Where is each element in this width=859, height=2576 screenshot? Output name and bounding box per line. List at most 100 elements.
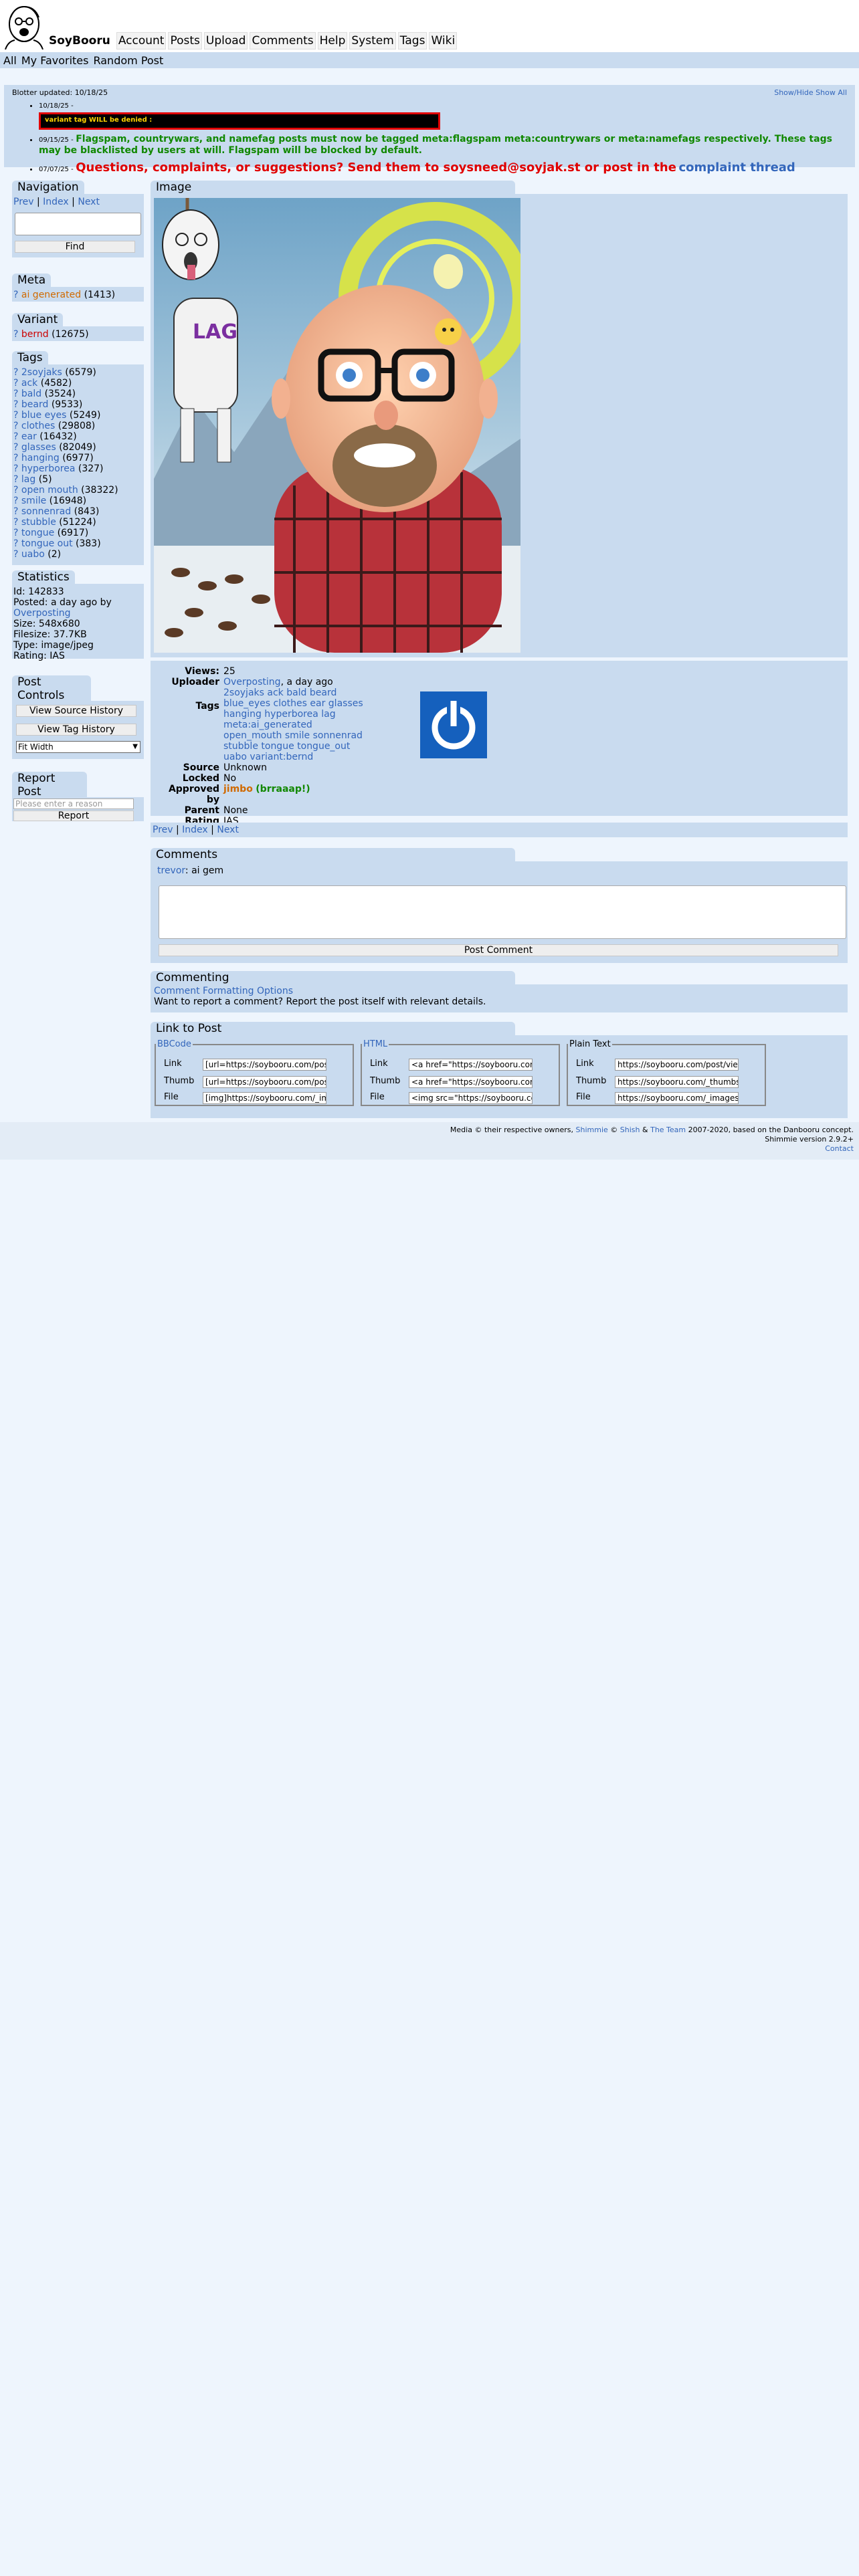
search-input[interactable] bbox=[15, 213, 141, 235]
menu-upload[interactable]: Upload bbox=[203, 32, 248, 49]
menu-help[interactable]: Help bbox=[317, 32, 348, 49]
variant-tag-link[interactable]: bernd bbox=[21, 329, 49, 340]
report-post-heading: Report Post bbox=[12, 772, 87, 798]
complaint-thread-link[interactable]: complaint thread bbox=[678, 160, 795, 175]
post-next-link[interactable]: Next bbox=[217, 825, 239, 835]
post-prev-link[interactable]: Prev bbox=[153, 825, 173, 835]
post-comment-button[interactable]: Post Comment bbox=[159, 944, 838, 956]
blotter-toggle[interactable]: Show/Hide Show All bbox=[774, 88, 847, 97]
stat-poster-link[interactable]: Overposting bbox=[13, 608, 71, 619]
post-image[interactable]: LAG bbox=[154, 198, 520, 653]
tag-help-link[interactable]: ? bbox=[13, 463, 18, 474]
tag-link[interactable]: smile bbox=[21, 496, 46, 506]
footer-amp: & bbox=[642, 1125, 648, 1134]
comment-formatting-link[interactable]: Comment Formatting Options bbox=[154, 986, 293, 996]
tag-help-link[interactable]: ? bbox=[13, 378, 18, 389]
tag-help-link[interactable]: ? bbox=[13, 367, 18, 378]
nav-next-link[interactable]: Next bbox=[78, 197, 100, 207]
report-button[interactable]: Report bbox=[13, 811, 134, 821]
menu-account[interactable]: Account bbox=[116, 32, 167, 49]
menu-wiki[interactable]: Wiki bbox=[429, 32, 458, 49]
tag-list-item: ? stubble (51224) bbox=[13, 517, 142, 528]
tag-help-link[interactable]: ? bbox=[13, 496, 18, 506]
variant-box: ? bernd (12675) bbox=[12, 326, 144, 341]
tag-link[interactable]: glasses bbox=[21, 442, 56, 453]
plaintext-thumb-field[interactable]: https://soybooru.com/_thumbs/ bbox=[615, 1076, 739, 1088]
find-button[interactable]: Find bbox=[15, 241, 135, 253]
html-link-field[interactable]: <a href="https://soybooru.com/post/view/… bbox=[409, 1059, 533, 1071]
uploader-link[interactable]: Overposting bbox=[223, 677, 281, 687]
tag-link[interactable]: tongue out bbox=[21, 538, 73, 549]
report-reason-input[interactable]: Please enter a reason bbox=[13, 798, 134, 809]
tag-help-link[interactable]: ? bbox=[13, 431, 18, 442]
shish-link[interactable]: Shish bbox=[620, 1125, 640, 1134]
bbcode-thumb-field[interactable]: [url=https://soybooru.com/post/view/1428… bbox=[203, 1076, 326, 1088]
tag-link[interactable]: clothes bbox=[21, 421, 55, 431]
tag-help-link[interactable]: ? bbox=[13, 290, 18, 300]
blotter-date: 10/18/25 - bbox=[39, 102, 74, 110]
tag-count: (82049) bbox=[59, 442, 96, 453]
tag-help-link[interactable]: ? bbox=[13, 399, 18, 410]
plaintext-file-field[interactable]: https://soybooru.com/_images/ bbox=[615, 1092, 739, 1104]
tag-help-link[interactable]: ? bbox=[13, 528, 18, 538]
tag-link[interactable]: 2soyjaks bbox=[21, 367, 62, 378]
tag-link[interactable]: sonnenrad bbox=[21, 506, 71, 517]
view-tag-history-button[interactable]: View Tag History bbox=[16, 724, 136, 736]
nav-index-link[interactable]: Index bbox=[43, 197, 69, 207]
tag-help-link[interactable]: ? bbox=[13, 549, 18, 560]
nav-prev-link[interactable]: Prev bbox=[13, 197, 34, 207]
tag-link[interactable]: tongue bbox=[21, 528, 54, 538]
blotter-updated: Blotter updated: 10/18/25 bbox=[12, 88, 108, 97]
tag-help-link[interactable]: ? bbox=[13, 421, 18, 431]
tag-help-link[interactable]: ? bbox=[13, 485, 18, 496]
brand-link[interactable]: SoyBooru bbox=[47, 32, 112, 49]
submenu-favorites[interactable]: My Favorites bbox=[21, 54, 89, 67]
html-file-field[interactable]: <img src="https://soybooru.com/_images/ bbox=[409, 1092, 533, 1104]
meta-tag-link[interactable]: ai generated bbox=[21, 290, 81, 300]
submenu-all[interactable]: All bbox=[3, 54, 17, 67]
tag-help-link[interactable]: ? bbox=[13, 517, 18, 528]
submenu-random[interactable]: Random Post bbox=[93, 54, 163, 67]
html-thumb-field[interactable]: <a href="https://soybooru.com/post/view/… bbox=[409, 1076, 533, 1088]
tag-help-link[interactable]: ? bbox=[13, 474, 18, 485]
tags-edit-link[interactable]: 2soyjaks ack bald beard blue_eyes clothe… bbox=[223, 687, 363, 762]
tag-link[interactable]: stubble bbox=[21, 517, 56, 528]
tag-link[interactable]: uabo bbox=[21, 549, 45, 560]
tag-help-link[interactable]: ? bbox=[13, 329, 18, 340]
soyjak-logo-icon[interactable] bbox=[1, 3, 47, 49]
post-index-link[interactable]: Index bbox=[182, 825, 208, 835]
tag-link[interactable]: lag bbox=[21, 474, 35, 485]
tag-help-link[interactable]: ? bbox=[13, 453, 18, 463]
comment-author-link[interactable]: trevor bbox=[157, 865, 185, 876]
menu-tags[interactable]: Tags bbox=[397, 32, 427, 49]
power-button-icon[interactable] bbox=[420, 691, 487, 758]
tag-help-link[interactable]: ? bbox=[13, 389, 18, 399]
bbcode-file-field[interactable]: [img]https://soybooru.com/_images/ bbox=[203, 1092, 326, 1104]
tag-help-link[interactable]: ? bbox=[13, 506, 18, 517]
html-thumb-label: Thumb bbox=[370, 1076, 401, 1086]
tag-link[interactable]: hanging bbox=[21, 453, 60, 463]
tag-help-link[interactable]: ? bbox=[13, 442, 18, 453]
approver-link[interactable]: jimbo bbox=[223, 784, 253, 794]
menu-posts[interactable]: Posts bbox=[168, 32, 202, 49]
plaintext-link-field[interactable]: https://soybooru.com/post/view/142833 bbox=[615, 1059, 739, 1071]
tag-link[interactable]: hyperborea bbox=[21, 463, 76, 474]
tag-link[interactable]: blue eyes bbox=[21, 410, 67, 421]
tag-link[interactable]: bald bbox=[21, 389, 41, 399]
shimmie-link[interactable]: Shimmie bbox=[576, 1125, 608, 1134]
menu-system[interactable]: System bbox=[349, 32, 396, 49]
team-link[interactable]: The Team bbox=[650, 1125, 686, 1134]
tag-link[interactable]: ack bbox=[21, 378, 37, 389]
comment-textarea[interactable] bbox=[159, 885, 846, 939]
tag-link[interactable]: open mouth bbox=[21, 485, 78, 496]
menu-comments[interactable]: Comments bbox=[250, 32, 316, 49]
tag-count: (38322) bbox=[81, 485, 118, 496]
tag-help-link[interactable]: ? bbox=[13, 538, 18, 549]
tag-help-link[interactable]: ? bbox=[13, 410, 18, 421]
contact-link[interactable]: Contact bbox=[825, 1144, 854, 1153]
tag-link[interactable]: ear bbox=[21, 431, 37, 442]
bbcode-link-field[interactable]: [url=https://soybooru.com/post/view/1428… bbox=[203, 1059, 326, 1071]
view-source-history-button[interactable]: View Source History bbox=[16, 705, 136, 717]
fit-width-select[interactable]: Fit Width ▼ bbox=[16, 741, 140, 753]
tag-link[interactable]: beard bbox=[21, 399, 48, 410]
